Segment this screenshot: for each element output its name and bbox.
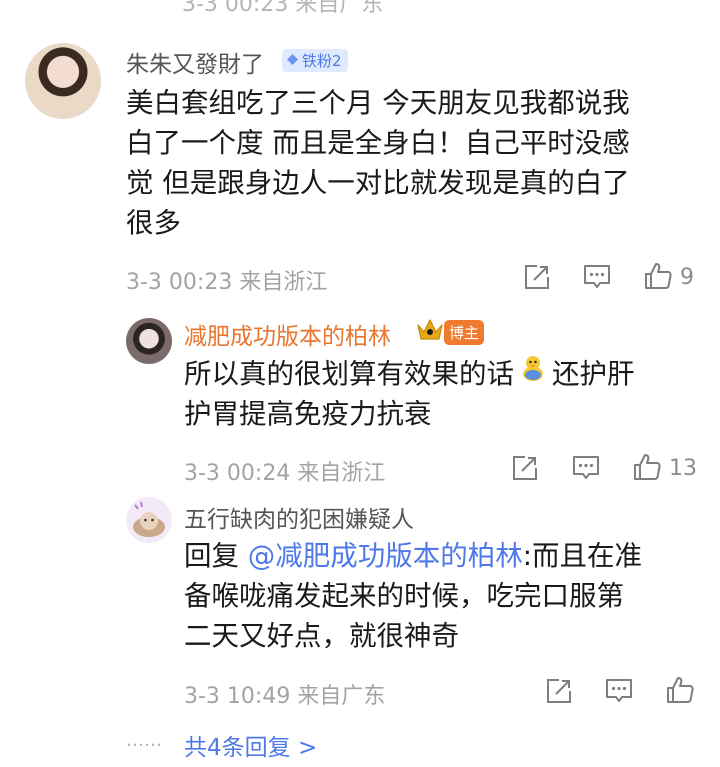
comment-meta: 3-3 00:23 来自浙江 — [126, 270, 328, 295]
avatar[interactable] — [25, 43, 101, 119]
fan-badge[interactable]: 铁粉2 — [282, 49, 348, 72]
share-icon[interactable] — [543, 0, 573, 8]
more-replies-dots: …… — [126, 730, 162, 751]
more-replies-link[interactable]: 共4条回复 > — [184, 728, 317, 762]
duck-emoji-icon — [518, 353, 548, 394]
username[interactable]: 五行缺肉的犯困嫌疑人 — [184, 500, 414, 534]
like-count: 9 — [680, 265, 694, 290]
crown-icon — [416, 318, 444, 342]
fan-badge-label: 铁粉2 — [302, 52, 342, 70]
like-icon[interactable] — [643, 261, 673, 291]
mention-link[interactable]: @减肥成功版本的柏林 — [248, 540, 523, 572]
like-icon[interactable] — [665, 675, 695, 705]
avatar-illustration — [133, 501, 165, 537]
like-count: 13 — [669, 456, 697, 481]
like-icon[interactable] — [632, 452, 662, 482]
avatar[interactable] — [126, 318, 172, 364]
reply-meta: 3-3 10:49 来自广东 — [184, 684, 386, 709]
share-icon[interactable] — [523, 263, 551, 291]
reply-text: 回复 @减肥成功版本的柏林:而且在准 备喉咙痛发起来的时候，吃完口服第 二天又好… — [184, 540, 643, 652]
username[interactable]: 减肥成功版本的柏林 — [184, 317, 391, 351]
top-comment-meta: 3-3 00:23 来自广东 — [182, 0, 384, 17]
username[interactable]: 朱朱又發財了 — [126, 45, 264, 79]
diamond-icon — [286, 52, 299, 70]
blogger-badge[interactable]: 博主 — [444, 320, 485, 345]
reply-text: 所以真的很划算有效果的话 还护肝 护胃提高免疫力抗衰 — [184, 353, 704, 434]
comment-icon[interactable] — [583, 263, 611, 291]
comment-icon[interactable] — [605, 677, 633, 705]
like-icon[interactable] — [663, 0, 693, 8]
comment-icon[interactable] — [603, 0, 633, 8]
comment-text: 美白套组吃了三个月 今天朋友见我都说我 白了一个度 而且是全身白！自己平时没感 … — [126, 87, 630, 239]
share-icon[interactable] — [545, 677, 573, 705]
avatar[interactable] — [126, 497, 172, 543]
comment-icon[interactable] — [572, 454, 600, 482]
reply-meta: 3-3 00:24 来自浙江 — [184, 461, 386, 486]
share-icon[interactable] — [511, 454, 539, 482]
